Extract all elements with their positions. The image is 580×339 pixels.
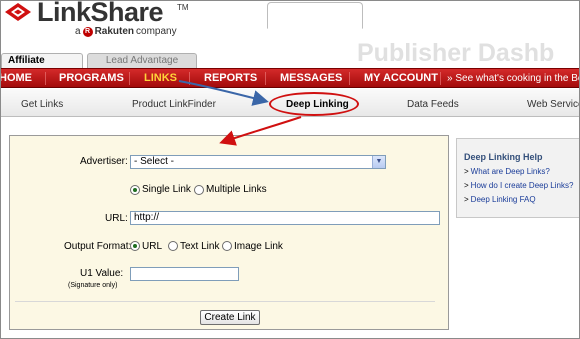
nav-messages[interactable]: MESSAGES xyxy=(280,72,342,84)
advertiser-select-value: - Select - xyxy=(134,156,175,167)
nav-separator xyxy=(265,72,266,85)
chevron-right-icon: > xyxy=(464,167,469,176)
u1-value-label: U1 Value: xyxy=(80,268,124,279)
nav-home[interactable]: HOME xyxy=(1,72,32,84)
tab-lead-advantage[interactable]: Lead Advantage xyxy=(87,53,197,68)
create-link-button[interactable]: Create Link xyxy=(200,310,260,325)
annotation-ellipse xyxy=(269,92,359,116)
nav-separator xyxy=(129,72,130,85)
subtab-data-feeds[interactable]: Data Feeds xyxy=(407,99,459,110)
tab-affiliate-network[interactable]: Affiliate Network xyxy=(1,53,83,80)
help-link-label: How do I create Deep Links? xyxy=(470,181,574,190)
radio-single-link-label: Single Link xyxy=(142,184,191,195)
logo-brand-text: LinkShare xyxy=(37,0,164,27)
advertiser-select[interactable]: - Select - ▼ xyxy=(130,155,386,169)
radio-format-text-link-label: Text Link xyxy=(180,241,220,252)
chevron-right-icon: > xyxy=(464,195,469,204)
radio-format-text-link[interactable] xyxy=(168,241,178,251)
chevron-down-icon[interactable]: ▼ xyxy=(372,156,385,168)
output-format-label: Output Format: xyxy=(64,241,132,252)
linkshare-logo[interactable]: LinkShare TM a R Rakuten company xyxy=(3,1,203,41)
deep-linking-help-box xyxy=(456,138,579,218)
radio-format-url[interactable] xyxy=(130,241,140,251)
dashboard-watermark: Publisher Dashb xyxy=(357,39,555,67)
nav-programs[interactable]: PROGRAMS xyxy=(59,72,124,84)
u1-signature-note: (Signature only) xyxy=(68,282,118,289)
radio-single-link[interactable] xyxy=(130,185,140,195)
linkshare-logo-icon xyxy=(5,3,31,21)
main-nav: HOME PROGRAMS LINKS REPORTS MESSAGES MY … xyxy=(1,68,579,88)
url-input-value: http:// xyxy=(134,212,160,223)
logo-tagline: a R Rakuten company xyxy=(75,26,177,37)
advertiser-label: Advertiser: xyxy=(80,156,128,167)
radio-multiple-links[interactable] xyxy=(194,185,204,195)
help-link-faq[interactable]: > Deep Linking FAQ xyxy=(464,195,536,204)
radio-multiple-links-label: Multiple Links xyxy=(206,184,267,195)
nav-links[interactable]: LINKS xyxy=(144,72,177,84)
chevron-right-icon: > xyxy=(464,181,469,190)
screenshot-frame: LinkShare TM a R Rakuten company Affilia… xyxy=(0,0,580,339)
url-label: URL: xyxy=(105,213,128,224)
help-link-label: What are Deep Links? xyxy=(470,167,550,176)
help-link-how-to-create[interactable]: > How do I create Deep Links? xyxy=(464,181,573,190)
form-divider xyxy=(15,301,435,302)
url-input[interactable]: http:// xyxy=(130,211,440,225)
u1-value-input[interactable] xyxy=(130,267,239,281)
nav-separator xyxy=(440,72,441,85)
logo-trademark: TM xyxy=(177,3,189,12)
subtab-product-linkfinder[interactable]: Product LinkFinder xyxy=(132,99,216,110)
rakuten-r-icon: R xyxy=(82,26,93,37)
nav-separator xyxy=(45,72,46,85)
subtab-deep-linking[interactable] xyxy=(267,2,363,29)
nav-separator xyxy=(189,72,190,85)
help-link-label: Deep Linking FAQ xyxy=(470,195,536,204)
nav-reports[interactable]: REPORTS xyxy=(204,72,257,84)
nav-promo-link[interactable]: » See what's cooking in the Ben xyxy=(447,73,579,84)
help-link-what-are-deep-links[interactable]: > What are Deep Links? xyxy=(464,167,550,176)
tagline-brand: Rakuten xyxy=(94,26,135,37)
nav-my-account[interactable]: MY ACCOUNT xyxy=(364,72,438,84)
subtab-web-service[interactable]: Web Service xyxy=(527,99,579,110)
tagline-suffix: company xyxy=(136,26,177,37)
tagline-prefix: a xyxy=(75,26,81,37)
subtab-get-links[interactable]: Get Links xyxy=(21,99,63,110)
radio-format-image-link-label: Image Link xyxy=(234,241,283,252)
help-title: Deep Linking Help xyxy=(464,152,543,162)
nav-separator xyxy=(349,72,350,85)
radio-format-url-label: URL xyxy=(142,241,163,252)
radio-format-image-link[interactable] xyxy=(222,241,232,251)
